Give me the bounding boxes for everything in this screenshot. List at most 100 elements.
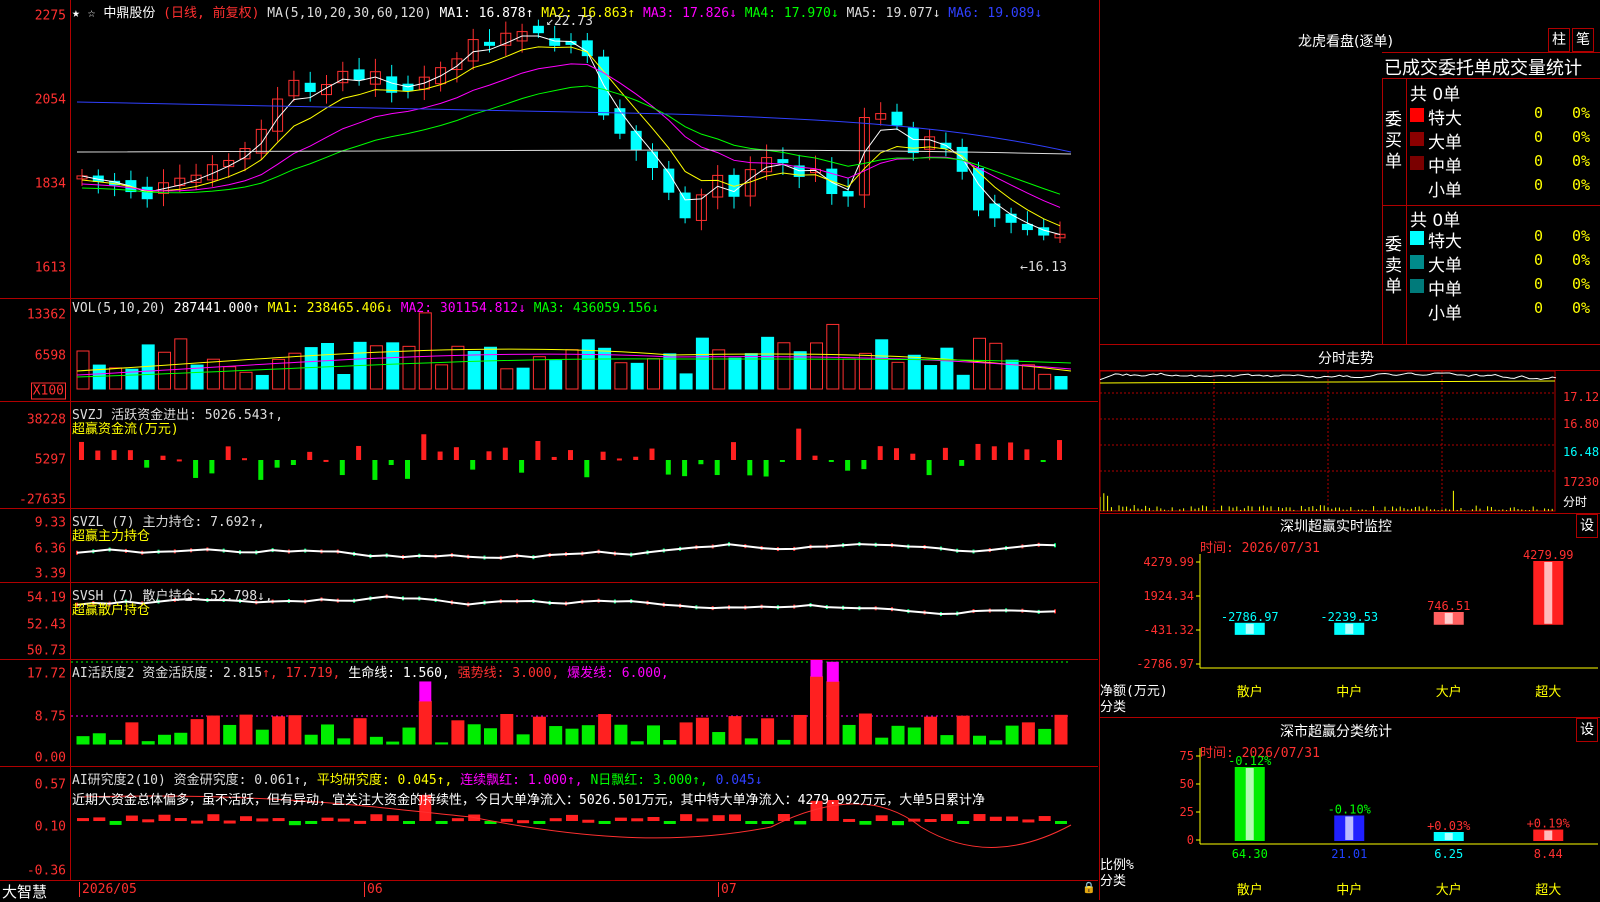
volume-bar (565, 349, 579, 390)
intraday-panel[interactable]: 分时走势 17.12 16.80 16.48 17230 分时 (1099, 345, 1600, 514)
bar-highlight (1345, 816, 1354, 840)
svzj-axis: 38228 5297 -27635 (0, 402, 71, 508)
flow-bar (633, 456, 639, 460)
candle (679, 192, 691, 219)
activity-bar (239, 714, 253, 745)
y-tick-label: -431.32 (1143, 623, 1194, 637)
activity-bar (826, 681, 840, 745)
star-icon[interactable]: ★ (72, 6, 80, 21)
flow-bar (258, 460, 264, 480)
activity-bar (744, 738, 758, 745)
research-bar (174, 818, 187, 822)
candle (989, 203, 1001, 219)
moving-average-line (76, 101, 1072, 153)
category-percent: 0% (1572, 104, 1591, 122)
activity-bar-peak (826, 661, 839, 682)
intraday-tick: 17.12 (1563, 390, 1600, 404)
intraday-x-label: 分时 (1563, 495, 1588, 509)
category-label: 超大 (1535, 883, 1561, 898)
research-bar (354, 820, 367, 824)
category-name: 中单 (1428, 280, 1462, 300)
intraday-tick: 16.48 (1563, 445, 1600, 459)
research-bar (794, 821, 807, 825)
y-tick-label: 75 (1180, 749, 1194, 763)
category-percent: 0% (1572, 299, 1591, 317)
bar-value-label: -2239.53 (1320, 610, 1378, 624)
svsh-panel[interactable]: 54.19 52.43 50.73 SVSH (7) 散户持仓: 52.798↓… (0, 583, 1098, 660)
bar-value-label: 4279.99 (1523, 548, 1574, 562)
research-bar (631, 818, 644, 822)
candle (1005, 213, 1017, 223)
flow-bar (79, 441, 84, 460)
bar-mode-button[interactable]: 柱 (1548, 28, 1570, 52)
research-bar (77, 818, 89, 822)
ma-label: MA(5,10,20,30,60,120) (267, 6, 432, 21)
volume-bar (875, 339, 889, 390)
category-count: 0 (1534, 128, 1544, 146)
ai-research-title: AI研究度2(10) 资金研究度: 0.061↑, 平均研究度: 0.045↑,… (72, 773, 763, 788)
flow-bar (470, 460, 476, 470)
vol-label: VOL(5,10,20) (72, 301, 166, 316)
svzj-tick: 5297 (34, 452, 66, 468)
lock-icon[interactable]: 🔒 (1082, 881, 1096, 894)
candle (647, 151, 658, 169)
activity-bar (516, 734, 530, 745)
research-bar (142, 819, 155, 823)
activity-bar (793, 714, 807, 745)
intraday-chart[interactable] (1100, 371, 1562, 513)
volume-bar (467, 350, 481, 390)
svzj-tick: 38228 (26, 412, 66, 428)
y-tick-label: 0 (1187, 833, 1194, 847)
tick-mode-button[interactable]: 笔 (1572, 28, 1594, 52)
vol-value: 287441.000↑ (173, 301, 260, 316)
research-bar (777, 814, 790, 821)
research-bar (191, 820, 204, 824)
price-tick: 1613 (34, 260, 66, 276)
candlestick-chart[interactable] (71, 0, 1098, 298)
kline-panel[interactable]: 2275 2054 1834 1613 ★ ☆ 中鼎股份 (日线, 前复权) M… (0, 0, 1098, 299)
volume-bar (614, 362, 628, 390)
research-bar (451, 818, 464, 822)
volume-panel[interactable]: 13362 6598 X100 VOL(5,10,20) 287441.000↑… (0, 299, 1098, 402)
flow-bar (942, 447, 948, 460)
activity-bar (288, 715, 302, 745)
activity-bar (467, 724, 481, 745)
category-count: 0 (1534, 104, 1544, 122)
flow-bar (144, 460, 150, 468)
category-count: 0 (1534, 152, 1544, 170)
volume-bar (304, 347, 318, 390)
stock-name[interactable]: 中鼎股份 (103, 6, 155, 21)
research-bar (288, 821, 301, 826)
category-color-swatch (1410, 279, 1424, 293)
ai-research-panel[interactable]: 0.57 0.10 -0.36 AI研究度2(10) 资金研究度: 0.061↑… (0, 767, 1098, 881)
flow-bar (975, 443, 981, 460)
candle (1021, 223, 1033, 231)
star-icon[interactable]: ☆ (88, 6, 96, 21)
svzj-panel[interactable]: 38228 5297 -27635 SVZJ 活跃资金进出: 5026.543↑… (0, 402, 1098, 509)
volume-bar (581, 339, 595, 390)
flow-bar (731, 442, 736, 460)
svzl-panel[interactable]: 9.33 6.36 3.39 SVZL (7) 主力持仓: 7.692↑, 超赢… (0, 509, 1098, 583)
flow-bar (242, 458, 247, 461)
ai-active-panel[interactable]: 17.72 8.75 0.00 AI活跃度2 资金活跃度: 2.815↑, 17… (0, 660, 1098, 767)
volume-bar (712, 349, 726, 390)
activity-bar (484, 728, 497, 745)
volume-bar (679, 373, 693, 390)
volume-bar (989, 342, 1003, 390)
activity-bar (190, 719, 204, 745)
volume-bar (549, 360, 563, 390)
bar-value-label: 746.51 (1427, 599, 1470, 613)
volume-bar (907, 354, 921, 390)
candle (141, 186, 153, 200)
research-bar (435, 821, 448, 824)
activity-bar (402, 727, 416, 745)
candle (630, 130, 642, 151)
vol-ma2: MA2: 301154.812↓ (400, 301, 526, 316)
flow-bar (1057, 440, 1062, 460)
research-bar (989, 816, 1002, 821)
research-bar (533, 821, 546, 824)
category-color-swatch (1410, 156, 1424, 170)
candle (907, 127, 919, 154)
category-name: 特大 (1428, 232, 1462, 252)
flow-bar (290, 460, 296, 465)
